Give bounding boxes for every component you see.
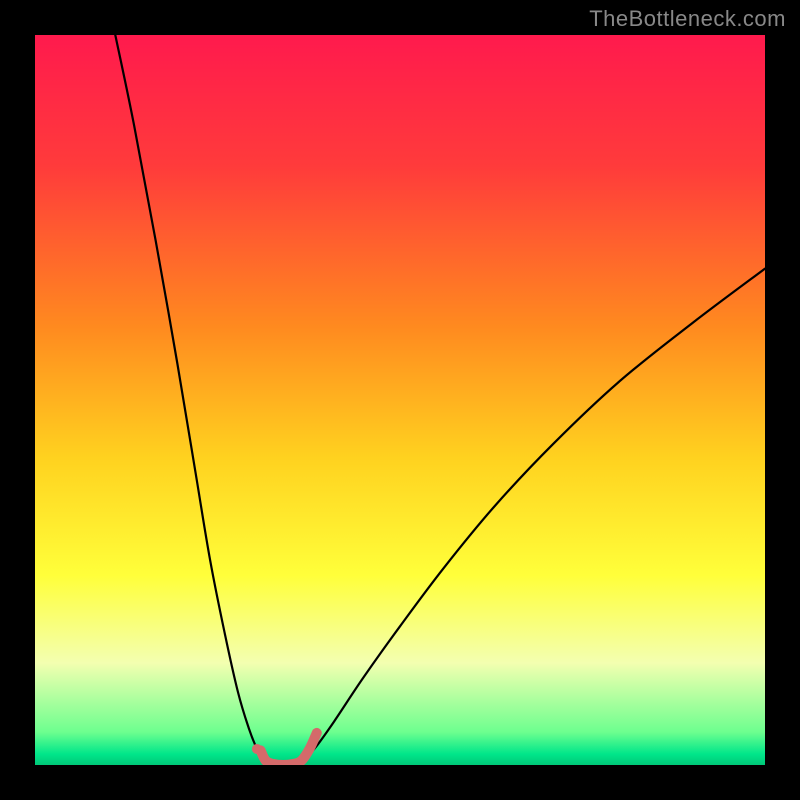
watermark-text: TheBottleneck.com [589, 6, 786, 32]
chart-stage: TheBottleneck.com [0, 0, 800, 800]
marker-dot [252, 744, 262, 754]
gradient-background [35, 35, 765, 765]
bottleneck-chart [0, 0, 800, 800]
